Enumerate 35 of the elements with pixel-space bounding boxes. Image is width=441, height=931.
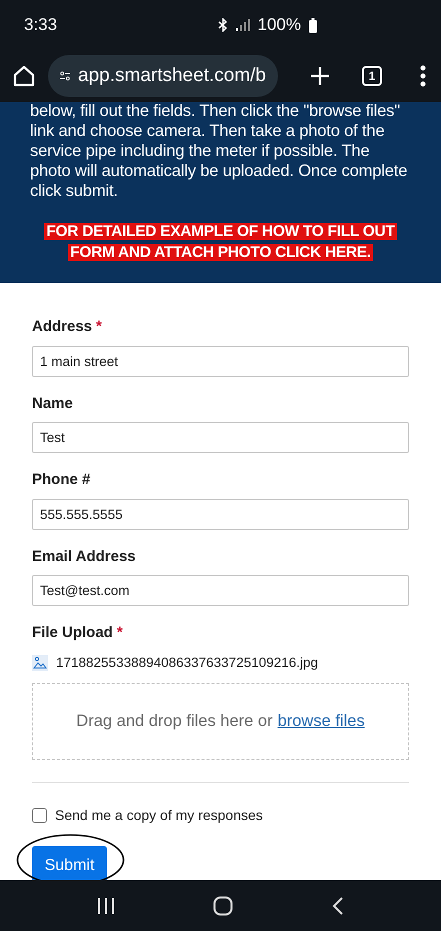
address-bar[interactable]: app.smartsheet.com/b <box>48 55 278 97</box>
url-text: app.smartsheet.com/b <box>78 64 266 88</box>
drop-zone[interactable]: Drag and drop files here or browse files <box>32 682 409 760</box>
tab-count-button[interactable]: 1 <box>362 66 382 86</box>
field-label: Email Address <box>32 546 136 566</box>
home-button-icon[interactable] <box>213 896 234 916</box>
home-icon[interactable] <box>12 64 36 88</box>
browse-files-link[interactable]: browse files <box>278 708 365 734</box>
status-time: 3:33 <box>24 14 58 36</box>
field-label: File Upload <box>32 623 113 643</box>
new-tab-icon[interactable] <box>310 66 330 86</box>
file-name: 17188255338894086337633725109216.jpg <box>56 654 318 672</box>
checkbox-label: Send me a copy of my responses <box>55 806 263 825</box>
required-mark: * <box>116 623 123 643</box>
input-field[interactable]: Test@test.com <box>32 575 409 606</box>
input-field[interactable]: Test <box>32 422 409 453</box>
instructions-text: below, fill out the fields. Then click the "browse files" link and choose camera. Then take a photo of the service pipe including the meter if possible. The photo will automatically be uploaded. Once complete click submit. <box>30 102 408 201</box>
signal-icon <box>236 19 250 31</box>
recent-apps-icon[interactable] <box>97 896 116 914</box>
battery-icon <box>309 18 317 32</box>
input-field[interactable]: 555.555.5555 <box>32 498 409 530</box>
required-mark: * <box>96 317 102 337</box>
battery-level: 100% <box>258 14 301 36</box>
input-field[interactable]: 1 main street <box>32 346 409 376</box>
bluetooth-icon <box>218 18 228 32</box>
field-label: Phone # <box>32 470 90 490</box>
checkbox[interactable] <box>32 808 47 823</box>
more-menu-icon[interactable] <box>420 65 426 87</box>
field-label: Name <box>32 394 73 414</box>
back-icon[interactable] <box>332 896 344 916</box>
image-file-icon <box>32 654 48 671</box>
drop-zone-text: Drag and drop files here or <box>76 710 273 732</box>
submit-button[interactable]: Submit <box>32 846 107 880</box>
site-settings-icon[interactable] <box>60 69 70 83</box>
field-label: Address <box>32 317 92 337</box>
